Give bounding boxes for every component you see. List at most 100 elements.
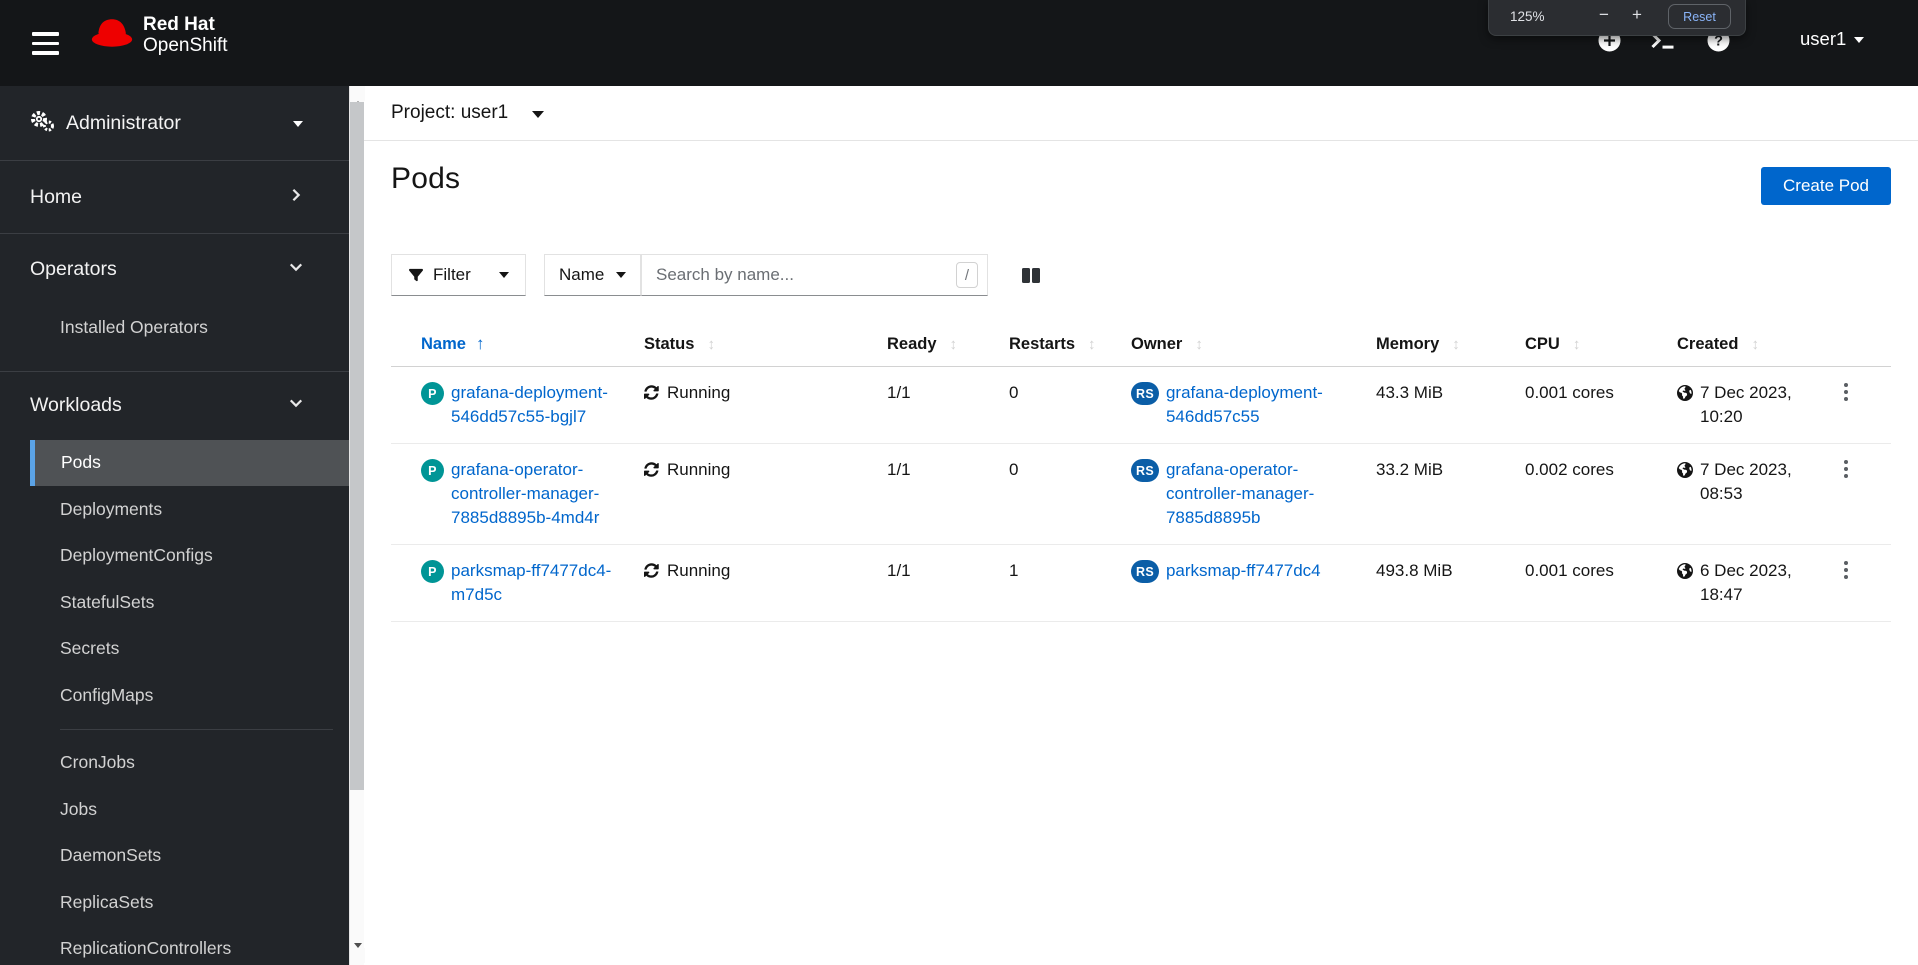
zoom-reset-button[interactable]: Reset: [1668, 4, 1731, 29]
caret-down-icon: [293, 121, 303, 127]
search-box: /: [641, 254, 988, 296]
pod-badge: P: [421, 459, 444, 482]
pod-name-link[interactable]: parksmap-ff7477dc4-m7d5c: [451, 559, 636, 607]
column-header-name[interactable]: Name ↑: [421, 334, 484, 354]
replicaset-badge: RS: [1131, 560, 1159, 583]
cpu-value: 0.001 cores: [1525, 544, 1677, 622]
sort-both-icon: ↕: [1195, 335, 1203, 353]
kebab-icon[interactable]: [1838, 559, 1854, 584]
project-selector[interactable]: Project: user1: [391, 102, 545, 124]
sort-both-icon: ↕: [949, 335, 958, 353]
status-text: Running: [667, 561, 731, 580]
status-text: Running: [667, 460, 731, 479]
memory-value: 493.8 MiB: [1376, 544, 1525, 622]
sort-both-icon: ↕: [707, 335, 715, 353]
column-header-ready[interactable]: Ready ↕: [887, 335, 957, 354]
kebab-icon[interactable]: [1838, 458, 1854, 483]
scrollbar-thumb[interactable]: [350, 102, 364, 790]
sidebar-item-replicationcontrollers[interactable]: ReplicationControllers: [0, 926, 349, 965]
owner-link[interactable]: parksmap-ff7477dc4: [1166, 559, 1321, 583]
column-header-memory[interactable]: Memory ↕: [1376, 335, 1460, 354]
create-pod-button[interactable]: Create Pod: [1761, 167, 1891, 205]
kebab-icon[interactable]: [1838, 381, 1854, 406]
timestamp-globe-icon: [1677, 563, 1693, 579]
caret-down-icon: [499, 272, 509, 278]
ready-value: 1/1: [887, 443, 1009, 545]
sidebar-item-secrets[interactable]: Secrets: [0, 626, 349, 673]
sidebar-item-configmaps[interactable]: ConfigMaps: [0, 672, 349, 719]
sidebar-item-cronjobs[interactable]: CronJobs: [0, 740, 349, 787]
brand-line1: Red Hat: [143, 14, 215, 35]
table-header-row: Name ↑ Status ↕ Ready ↕ Restarts ↕ Owner…: [391, 320, 1891, 367]
cpu-value: 0.001 cores: [1525, 366, 1677, 444]
zoom-in-button[interactable]: +: [1632, 5, 1642, 25]
sidebar-item-jobs[interactable]: Jobs: [0, 786, 349, 833]
pod-name-link[interactable]: grafana-deployment-546dd57c55-bgjl7: [451, 381, 636, 429]
sidebar-item-daemonsets[interactable]: DaemonSets: [0, 833, 349, 880]
created-value: 6 Dec 2023, 18:47: [1700, 561, 1792, 604]
table-row: P parksmap-ff7477dc4-m7d5c Running 1/1 1…: [391, 544, 1891, 622]
main-content: Project: user1 Pods Create Pod Filter Na…: [364, 86, 1918, 965]
sidebar-item-statefulsets[interactable]: StatefulSets: [0, 579, 349, 626]
search-type-dropdown[interactable]: Name: [544, 254, 641, 296]
browser-zoom-popup: 125% − + Reset: [1488, 0, 1746, 36]
scrollbar-up-icon[interactable]: [350, 86, 365, 106]
sidebar-section-operators[interactable]: Operators: [0, 234, 349, 304]
created-value: 7 Dec 2023, 08:53: [1700, 460, 1792, 503]
running-sync-icon: [644, 563, 659, 578]
cpu-value: 0.002 cores: [1525, 443, 1677, 545]
redhat-openshift-logo[interactable]: Red Hat OpenShift: [90, 14, 228, 56]
filter-toolbar: Filter Name /: [391, 254, 1041, 296]
column-header-owner[interactable]: Owner ↕: [1131, 335, 1203, 354]
column-management-icon[interactable]: [1021, 254, 1041, 296]
caret-down-icon: [1854, 37, 1865, 43]
sidebar-item-replicasets[interactable]: ReplicaSets: [0, 879, 349, 926]
sidebar-scrollbar[interactable]: [349, 86, 365, 965]
redhat-logo-icon: [90, 16, 134, 54]
sort-both-icon: ↕: [1088, 335, 1096, 353]
restarts-value: 0: [1009, 366, 1131, 444]
username: user1: [1800, 28, 1847, 49]
brand-text: Red Hat OpenShift: [143, 14, 228, 56]
restarts-value: 0: [1009, 443, 1131, 545]
pod-badge: P: [421, 560, 444, 583]
sidebar-nav: Administrator Home Operators Installed O…: [0, 86, 349, 965]
owner-link[interactable]: grafana-operator-controller-manager-7885…: [1166, 458, 1368, 530]
table-row: P grafana-operator-controller-manager-78…: [391, 443, 1891, 545]
filter-dropdown[interactable]: Filter: [391, 254, 526, 296]
sidebar-item-installed-operators[interactable]: Installed Operators: [0, 304, 349, 351]
chevron-down-icon: [289, 396, 303, 415]
perspective-label: Administrator: [66, 111, 181, 134]
replicaset-badge: RS: [1131, 459, 1159, 482]
column-header-created[interactable]: Created ↕: [1677, 335, 1759, 354]
sort-both-icon: ↕: [1452, 335, 1460, 353]
sidebar-section-workloads[interactable]: Workloads: [0, 372, 349, 440]
column-header-cpu[interactable]: CPU ↕: [1525, 335, 1580, 354]
column-header-status[interactable]: Status ↕: [644, 335, 715, 354]
sidebar-section-home[interactable]: Home: [0, 161, 349, 234]
pod-name-link[interactable]: grafana-operator-controller-manager-7885…: [451, 458, 636, 530]
search-input[interactable]: [641, 254, 988, 296]
memory-value: 33.2 MiB: [1376, 443, 1525, 545]
gears-icon: [30, 110, 54, 137]
table-row: P grafana-deployment-546dd57c55-bgjl7 Ru…: [391, 366, 1891, 444]
running-sync-icon: [644, 462, 659, 477]
sidebar-item-deploymentconfigs[interactable]: DeploymentConfigs: [0, 533, 349, 580]
owner-link[interactable]: grafana-deployment-546dd57c55: [1166, 381, 1368, 429]
scrollbar-down-icon[interactable]: [350, 943, 365, 963]
column-header-restarts[interactable]: Restarts ↕: [1009, 335, 1096, 354]
masthead: Red Hat OpenShift ? user1 125% − + Reset: [0, 0, 1918, 86]
chevron-down-icon: [289, 260, 303, 279]
perspective-switcher[interactable]: Administrator: [0, 86, 349, 161]
sidebar-item-deployments[interactable]: Deployments: [0, 486, 349, 533]
timestamp-globe-icon: [1677, 462, 1693, 478]
sort-both-icon: ↕: [1751, 335, 1759, 353]
replicaset-badge: RS: [1131, 382, 1159, 405]
memory-value: 43.3 MiB: [1376, 366, 1525, 444]
ready-value: 1/1: [887, 544, 1009, 622]
zoom-out-button[interactable]: −: [1599, 5, 1609, 25]
hamburger-menu-icon[interactable]: [32, 32, 59, 58]
brand-line2: OpenShift: [143, 35, 228, 56]
user-menu[interactable]: user1: [1800, 28, 1865, 50]
sidebar-item-pods[interactable]: Pods: [30, 439, 349, 486]
